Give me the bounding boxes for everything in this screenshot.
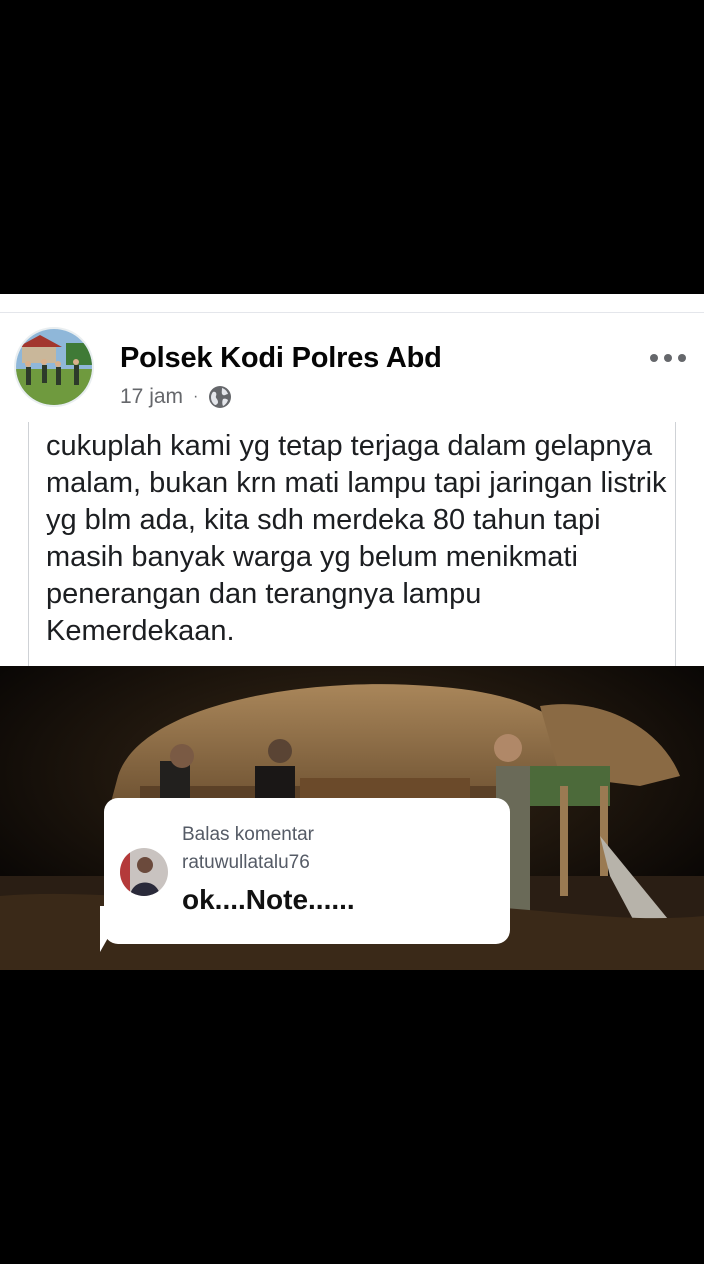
post-card: Polsek Kodi Polres Abd 17 jam · cukuplah… [0,294,704,666]
page-name[interactable]: Polsek Kodi Polres Abd [120,342,442,375]
reply-title: Balas komentar [182,824,315,845]
meta-separator: · [193,388,199,405]
reply-bubble-tail [100,906,126,952]
reply-comment: ok....Note...... [182,884,355,915]
post-meta: 17 jam · [120,382,232,412]
globe-icon [208,385,232,409]
commenter-avatar[interactable] [120,848,168,896]
reply-username[interactable]: ratuwullatalu76 [182,852,310,874]
card-divider [0,312,704,313]
post-time[interactable]: 17 jam [120,385,183,409]
more-options-icon[interactable] [650,348,686,368]
post-caption: cukuplah kami yg tetap terjaga dalam gel… [46,430,667,647]
screen: Polsek Kodi Polres Abd 17 jam · cukuplah… [0,0,704,1264]
page-avatar[interactable] [14,327,94,407]
